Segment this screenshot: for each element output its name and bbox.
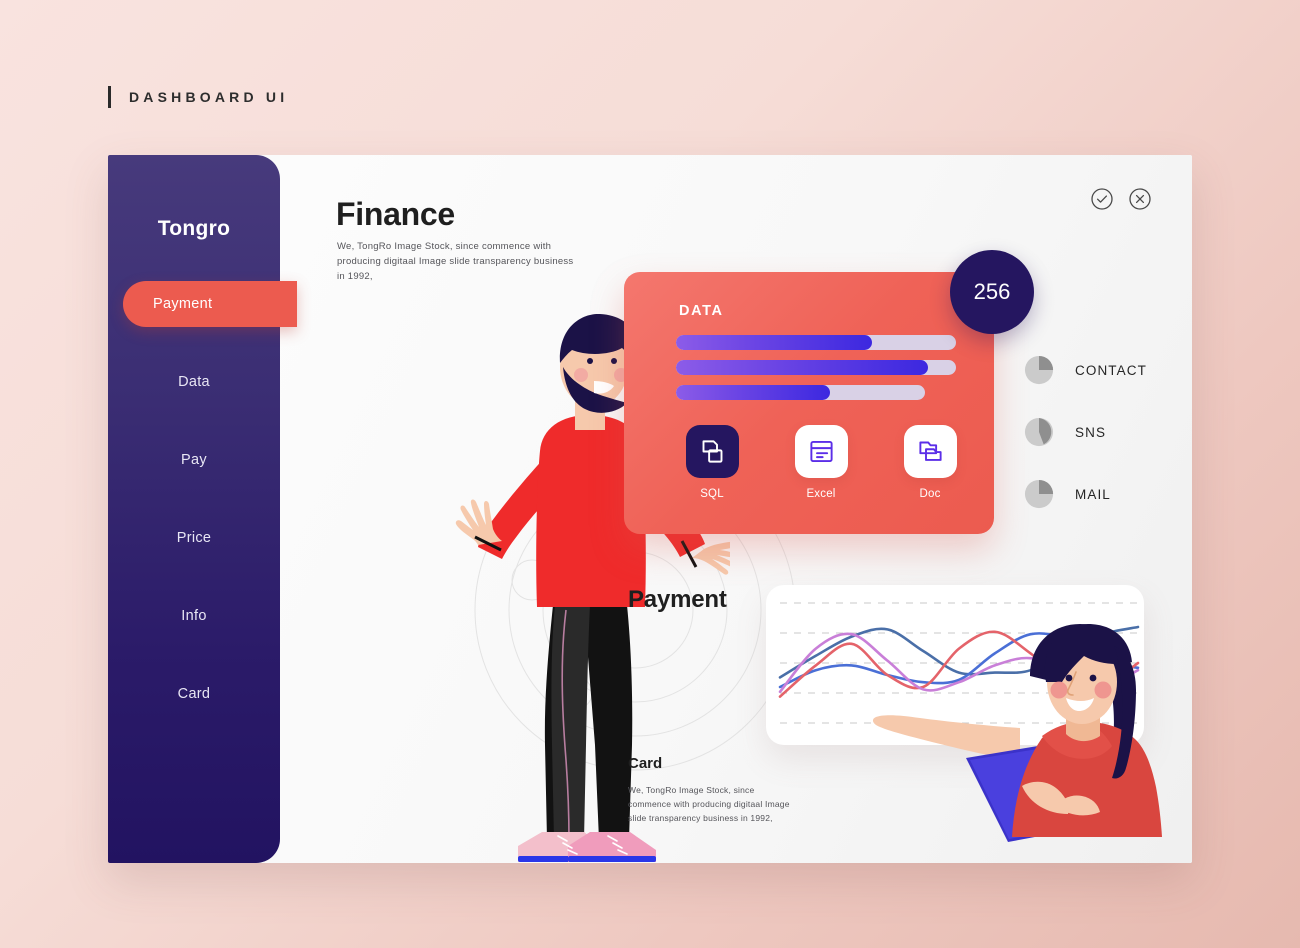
- sidebar-item-data[interactable]: Data: [108, 359, 280, 405]
- database-icon: [702, 440, 722, 463]
- sidebar-item-pay[interactable]: Pay: [108, 437, 280, 483]
- top-actions: [1090, 187, 1152, 211]
- page-header: DASHBOARD UI: [108, 86, 288, 108]
- progress-bar-fill: [676, 385, 831, 400]
- pie-chart-icon: [1024, 417, 1054, 447]
- sidebar-item-label: Card: [177, 686, 211, 702]
- excel-tile-box: [794, 425, 848, 478]
- stat-label: SNS: [1075, 424, 1107, 440]
- sidebar-item-info[interactable]: Info: [108, 593, 280, 639]
- progress-bar-track: [676, 385, 926, 400]
- sql-tile-box: [685, 425, 739, 478]
- count-badge: 256: [950, 250, 1034, 334]
- section-description-finance: We, TongRo Image Stock, since commence w…: [337, 241, 574, 282]
- app-tile-label: Excel: [806, 488, 836, 500]
- data-card-title: DATA: [679, 303, 724, 319]
- section-title-payment: Payment: [628, 586, 727, 613]
- stats-list: CONTACT SNS MAIL: [1024, 355, 1147, 541]
- stat-label: MAIL: [1075, 486, 1111, 502]
- section-title-finance: Finance: [336, 196, 455, 232]
- app-tile-doc[interactable]: Doc: [894, 425, 966, 500]
- document-copy-icon: [918, 441, 942, 461]
- progress-bar-track: [676, 335, 956, 350]
- app-tile-label: Doc: [919, 488, 941, 500]
- sidebar-item-payment[interactable]: Payment: [123, 281, 297, 327]
- section-title-card: Card: [628, 755, 663, 772]
- progress-bar-fill: [676, 335, 872, 350]
- doc-tile-box: [903, 425, 957, 478]
- section-description-card: We, TongRo Image Stock, since commence w…: [628, 785, 790, 823]
- woman-illustration: [872, 624, 1162, 842]
- page-title: DASHBOARD UI: [129, 89, 289, 105]
- app-shortcut-row: SQL Excel Doc: [676, 425, 966, 500]
- app-tile-sql[interactable]: SQL: [676, 425, 748, 500]
- sidebar-item-label: Info: [181, 608, 207, 624]
- spreadsheet-icon: [809, 440, 833, 463]
- progress-bar-fill: [676, 360, 928, 375]
- confirm-icon[interactable]: [1090, 187, 1114, 211]
- stat-item-mail[interactable]: MAIL: [1024, 479, 1147, 509]
- sidebar-item-card[interactable]: Card: [108, 671, 280, 717]
- pie-chart-icon: [1024, 355, 1054, 385]
- sidebar-item-label: Payment: [153, 296, 213, 312]
- progress-bar-group: [676, 335, 956, 410]
- app-window: Tongro Payment Data Pay Price Info Card: [108, 155, 1192, 863]
- sidebar-item-label: Price: [176, 530, 212, 546]
- close-icon[interactable]: [1128, 187, 1152, 211]
- stat-item-contact[interactable]: CONTACT: [1024, 355, 1147, 385]
- sidebar-nav: Payment Data Pay Price Info Card: [108, 281, 297, 717]
- main-content: Finance We, TongRo Image Stock, since co…: [280, 155, 1192, 863]
- stat-item-sns[interactable]: SNS: [1024, 417, 1147, 447]
- sidebar-item-price[interactable]: Price: [108, 515, 280, 561]
- progress-bar-track: [676, 360, 956, 375]
- sidebar-brand: Tongro: [157, 217, 231, 240]
- app-tile-excel[interactable]: Excel: [785, 425, 857, 500]
- sidebar-item-label: Data: [178, 374, 210, 390]
- header-accent-bar: [108, 86, 111, 108]
- sidebar-item-label: Pay: [181, 452, 207, 468]
- app-tile-label: SQL: [700, 488, 724, 500]
- stat-label: CONTACT: [1075, 362, 1147, 378]
- pie-chart-icon: [1024, 479, 1054, 509]
- data-card: DATA SQL Excel Doc: [624, 272, 994, 534]
- sidebar: Tongro Payment Data Pay Price Info Card: [108, 155, 297, 863]
